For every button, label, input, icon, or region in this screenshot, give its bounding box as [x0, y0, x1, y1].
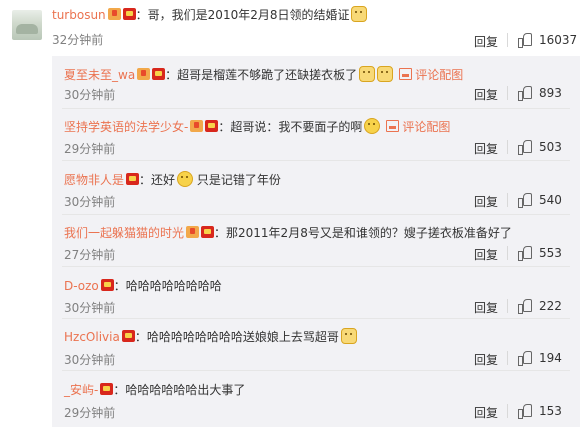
reply-text: ：哈哈哈哈哈哈出大事了 — [113, 383, 246, 397]
cat-emoji-icon — [340, 328, 357, 344]
reply-button[interactable]: 回复 — [474, 86, 498, 103]
divider — [507, 404, 508, 418]
vip-badge-icon — [186, 226, 200, 238]
like-button[interactable]: 153 — [518, 404, 562, 419]
like-count: 16037 — [539, 33, 578, 47]
comment-time: 32分钟前 — [52, 33, 104, 47]
reply-username[interactable]: D-ozo — [64, 279, 99, 293]
vip-badge-icon — [190, 120, 204, 132]
reply-username[interactable]: 夏至未至_wa — [64, 68, 135, 82]
reply-time: 29分钟前 — [64, 142, 116, 156]
top-comment: turbosun ：哥，我们是2010年2月8日领的结婚证 32分钟前 回复 16… — [0, 0, 580, 56]
reply-button[interactable]: 回复 — [474, 404, 498, 421]
divider — [507, 246, 508, 260]
reply-text: ：哈哈哈哈哈哈哈哈 — [113, 279, 222, 293]
like-count: 153 — [539, 404, 562, 418]
cat-emoji-icon — [351, 6, 368, 22]
reply-username[interactable]: _安屿- — [64, 383, 98, 397]
like-count: 540 — [539, 193, 562, 207]
like-button[interactable]: 893 — [518, 86, 562, 101]
reply-text: ：还好 — [139, 173, 176, 187]
reply-username[interactable]: 愿物非人是 — [64, 173, 124, 187]
like-button[interactable]: 194 — [518, 351, 562, 366]
separator — [62, 108, 570, 109]
reply-time: 27分钟前 — [64, 248, 116, 262]
like-button[interactable]: 553 — [518, 246, 562, 261]
vip-badge-icon — [107, 8, 121, 20]
separator — [62, 160, 570, 161]
shush-emoji-icon — [364, 118, 381, 134]
divider — [507, 193, 508, 207]
thumbs-up-icon — [518, 140, 532, 155]
reply-text-continued: 只是记错了年份 — [196, 173, 281, 187]
separator — [62, 214, 570, 215]
like-count: 194 — [539, 351, 562, 365]
like-count: 222 — [539, 299, 562, 313]
comment-image-link[interactable]: 评论配图 — [415, 68, 463, 82]
comment-text: ：哥，我们是2010年2月8日领的结婚证 — [135, 8, 350, 22]
like-button[interactable]: 503 — [518, 140, 562, 155]
red-envelope-badge-icon — [100, 383, 114, 395]
replies-panel — [52, 56, 580, 427]
reply-button[interactable]: 回复 — [474, 193, 498, 210]
red-envelope-badge-icon — [126, 173, 140, 185]
smile-emoji-icon — [177, 171, 194, 187]
reply-button[interactable]: 回复 — [474, 351, 498, 368]
divider — [507, 140, 508, 154]
like-button[interactable]: 16037 — [518, 33, 578, 48]
reply-time: 30分钟前 — [64, 301, 116, 315]
reply-button[interactable]: 回复 — [474, 33, 498, 50]
like-count: 893 — [539, 86, 562, 100]
thumbs-up-icon — [518, 193, 532, 208]
thumbs-up-icon — [518, 86, 532, 101]
like-button[interactable]: 540 — [518, 193, 562, 208]
image-icon — [386, 120, 400, 132]
reply-button[interactable]: 回复 — [474, 246, 498, 263]
divider — [507, 33, 508, 47]
red-envelope-badge-icon — [205, 120, 219, 132]
cat-emoji-icon — [377, 66, 394, 82]
like-button[interactable]: 222 — [518, 299, 562, 314]
reply-time: 29分钟前 — [64, 406, 116, 420]
like-count: 553 — [539, 246, 562, 260]
reply-time: 30分钟前 — [64, 353, 116, 367]
comment-image-link[interactable]: 评论配图 — [402, 120, 450, 134]
thumbs-up-icon — [518, 299, 532, 314]
red-envelope-badge-icon — [152, 68, 166, 80]
avatar[interactable] — [12, 10, 42, 40]
reply-button[interactable]: 回复 — [474, 140, 498, 157]
red-envelope-badge-icon — [100, 279, 114, 291]
reply-username[interactable]: HzcOlivia — [64, 330, 120, 344]
red-envelope-badge-icon — [121, 330, 135, 342]
thumbs-up-icon — [518, 351, 532, 366]
like-count: 503 — [539, 140, 562, 154]
separator — [62, 318, 570, 319]
red-envelope-badge-icon — [201, 226, 215, 238]
comment-username[interactable]: turbosun — [52, 8, 106, 22]
divider — [507, 86, 508, 100]
thumbs-up-icon — [518, 246, 532, 261]
separator — [62, 370, 570, 371]
reply-text: ：超哥说：我不要面子的啊 — [218, 120, 363, 134]
thumbs-up-icon — [518, 404, 532, 419]
reply-text: ：那2011年2月8号又是和谁领的？嫂子搓衣板准备好了 — [214, 226, 512, 240]
reply-text: ：哈哈哈哈哈哈哈哈送娘娘上去骂超哥 — [134, 330, 339, 344]
separator — [62, 266, 570, 267]
thumbs-up-icon — [518, 33, 532, 48]
vip-badge-icon — [137, 68, 151, 80]
reply-text: ：超哥是榴莲不够跪了还缺搓衣板了 — [165, 68, 358, 82]
reply-time: 30分钟前 — [64, 195, 116, 209]
red-envelope-badge-icon — [122, 8, 136, 20]
reply-username[interactable]: 坚持学英语的法学少女- — [64, 120, 188, 134]
reply-button[interactable]: 回复 — [474, 299, 498, 316]
cat-emoji-icon — [359, 66, 376, 82]
image-icon — [399, 68, 413, 80]
reply-time: 30分钟前 — [64, 88, 116, 102]
divider — [507, 299, 508, 313]
divider — [507, 351, 508, 365]
reply-username[interactable]: 我们一起躲猫猫的时光 — [64, 226, 184, 240]
